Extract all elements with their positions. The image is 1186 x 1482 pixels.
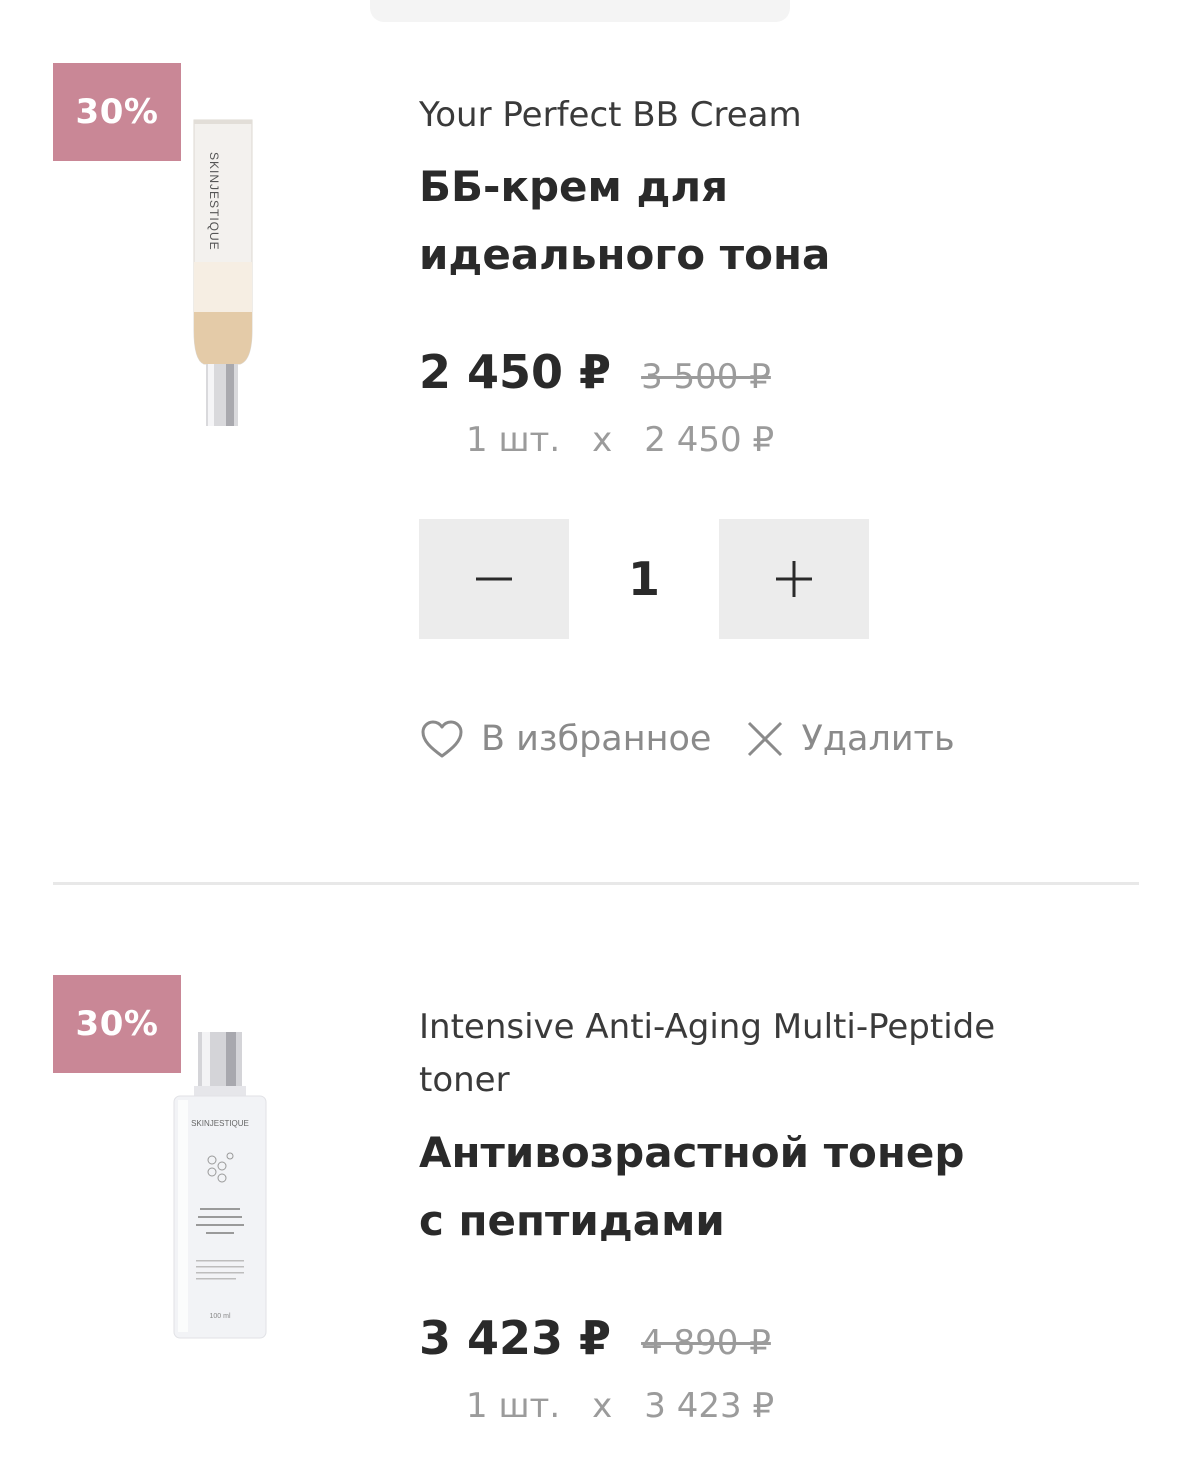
- product-name-en[interactable]: Your Perfect BB Cream: [419, 89, 1019, 142]
- price-old: 4 890 ₽: [641, 1323, 771, 1363]
- unit-price: 2 450 ₽: [644, 420, 775, 460]
- bottle-volume-label: 100 ml: [209, 1313, 230, 1320]
- cart-item: 30% SKINJESTIQUE Your Perfect BB Cream Б…: [0, 0, 1186, 884]
- bottle-brand-label: SKINJESTIQUE: [191, 1119, 249, 1128]
- unit-price: 3 423 ₽: [644, 1386, 775, 1426]
- price-row: 2 450 ₽ 3 500 ₽: [419, 345, 771, 399]
- item-actions: В избранное Удалить: [419, 718, 955, 760]
- heart-icon: [421, 720, 463, 758]
- unit-qty: 1 шт.: [466, 420, 561, 460]
- add-to-favorites-button[interactable]: В избранное: [419, 718, 711, 760]
- discount-badge: 30%: [53, 975, 181, 1073]
- remove-label: Удалить: [801, 719, 955, 759]
- quantity-value[interactable]: 1: [569, 519, 719, 639]
- toner-bottle-image[interactable]: SKINJESTIQUE 100 ml: [170, 1030, 270, 1342]
- price-current: 2 450 ₽: [419, 345, 612, 399]
- unit-price-row: 1 шт. x 3 423 ₽: [466, 1386, 774, 1426]
- plus-icon: [776, 561, 812, 597]
- favorite-label: В избранное: [481, 719, 712, 759]
- price-old: 3 500 ₽: [641, 357, 771, 397]
- tube-brand-label: SKINJESTIQUE: [207, 152, 221, 251]
- price-current: 3 423 ₽: [419, 1311, 612, 1365]
- unit-multiplier: x: [592, 1386, 613, 1426]
- remove-item-button[interactable]: Удалить: [745, 719, 955, 759]
- decrease-quantity-button[interactable]: [419, 519, 569, 639]
- increase-quantity-button[interactable]: [719, 519, 869, 639]
- product-name-ru[interactable]: ББ-крем для идеального тона: [419, 153, 979, 289]
- cart-item: 30% SKINJESTIQUE 100 ml Intensive Anti-A…: [0, 884, 1186, 1482]
- minus-icon: [476, 577, 512, 581]
- quantity-stepper: 1: [419, 519, 869, 639]
- close-icon: [748, 721, 783, 757]
- product-name-en[interactable]: Intensive Anti-Aging Multi-Peptide toner: [419, 1001, 1019, 1107]
- unit-multiplier: x: [592, 420, 613, 460]
- bb-cream-tube-image[interactable]: SKINJESTIQUE: [186, 112, 266, 432]
- product-name-ru[interactable]: Антивозрастной тонер с пептидами: [419, 1119, 979, 1255]
- price-row: 3 423 ₽ 4 890 ₽: [419, 1311, 771, 1365]
- unit-qty: 1 шт.: [466, 1386, 561, 1426]
- discount-badge: 30%: [53, 63, 181, 161]
- unit-price-row: 1 шт. x 2 450 ₽: [466, 420, 774, 460]
